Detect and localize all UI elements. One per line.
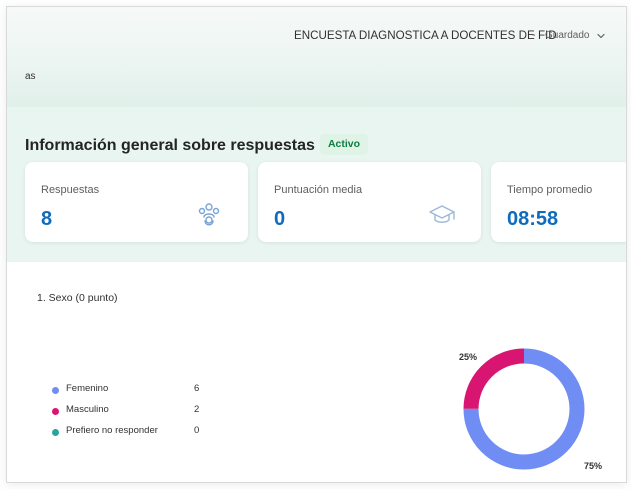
form-header: ENCUESTA DIAGNOSTICA A DOCENTES DE FID -… <box>7 7 626 107</box>
legend-count-femenino: 6 <box>194 383 200 394</box>
legend-dot-prefiero-no-responder <box>52 429 59 436</box>
summary-title: Información general sobre respuestas <box>25 137 315 154</box>
responses-value: 8 <box>41 208 53 230</box>
donut-label-femenino: 75% <box>584 461 603 471</box>
legend-count-masculino: 2 <box>194 404 200 415</box>
legend-dot-masculino <box>52 408 59 415</box>
forms-results-window: ENCUESTA DIAGNOSTICA A DOCENTES DE FID -… <box>6 6 627 483</box>
status-badge: Activo <box>320 134 368 155</box>
graduation-cap-icon <box>429 205 455 223</box>
chevron-down-icon[interactable] <box>596 31 606 41</box>
donut-label-masculino: 25% <box>459 352 478 362</box>
legend-label-femenino: Femenino <box>66 383 109 394</box>
average-score-label: Puntuación media <box>274 184 363 196</box>
legend-row-prefiero-no-responder: Prefiero no responder 0 <box>52 425 212 446</box>
donut-chart <box>459 344 589 474</box>
legend-label-prefiero-no-responder: Prefiero no responder <box>66 425 158 436</box>
average-time-card[interactable]: Tiempo promedio 08:58 <box>491 162 626 242</box>
responses-card[interactable]: Respuestas 8 <box>25 162 248 242</box>
responses-label: Respuestas <box>41 184 100 196</box>
save-status: Guardado <box>545 30 590 41</box>
legend-label-masculino: Masculino <box>66 404 109 415</box>
average-time-value: 08:58 <box>507 208 559 230</box>
question-title: 1. Sexo (0 punto) <box>37 292 118 304</box>
legend-dot-femenino <box>52 387 59 394</box>
donut-chart-svg <box>463 348 585 470</box>
tab-label-fragment[interactable]: as <box>25 71 36 82</box>
form-title[interactable]: ENCUESTA DIAGNOSTICA A DOCENTES DE FID <box>294 29 557 42</box>
title-separator: - <box>532 29 536 41</box>
legend-row-masculino: Masculino 2 <box>52 404 212 425</box>
average-score-card[interactable]: Puntuación media 0 <box>258 162 481 242</box>
average-score-value: 0 <box>274 208 286 230</box>
legend-count-prefiero-no-responder: 0 <box>194 425 200 436</box>
users-icon <box>198 203 220 226</box>
average-time-label: Tiempo promedio <box>507 184 593 196</box>
chart-legend: Femenino 6 Masculino 2 Prefiero no respo… <box>52 383 212 446</box>
legend-row-femenino: Femenino 6 <box>52 383 212 404</box>
